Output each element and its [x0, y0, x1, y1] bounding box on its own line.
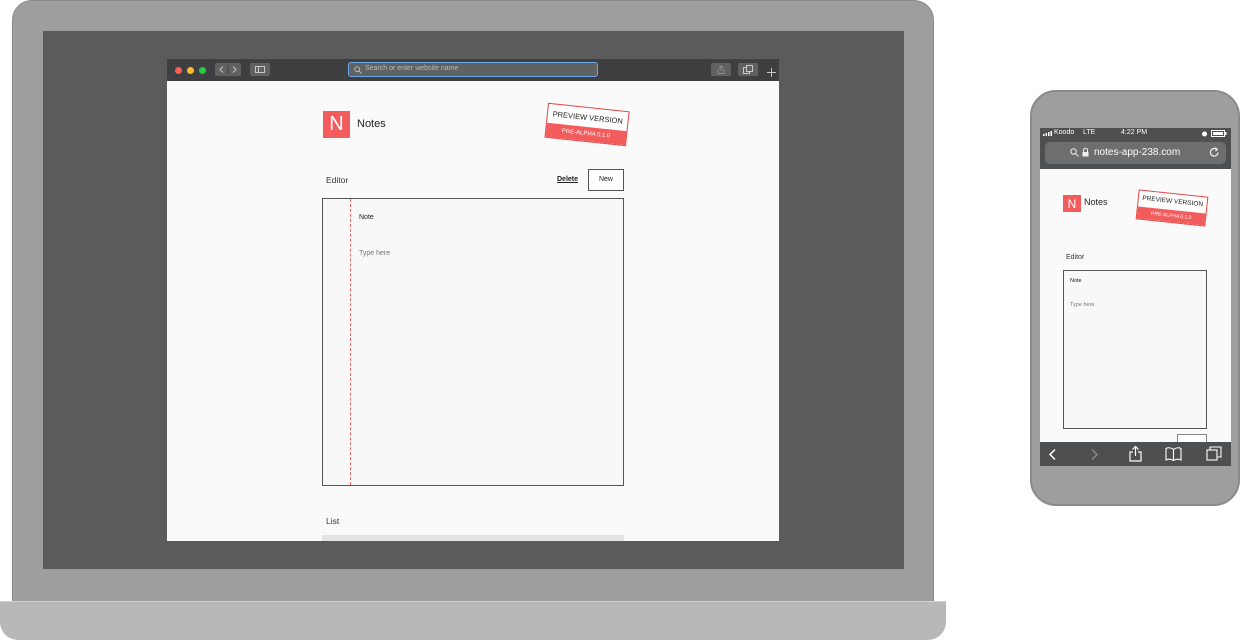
editor-heading: Editor [326, 175, 349, 185]
mobile-note-title: Note [1070, 278, 1082, 284]
mobile-note-placeholder: Type here [1070, 302, 1095, 308]
mobile-app-title: Notes [1084, 197, 1108, 207]
editor-margin-line [350, 199, 351, 485]
new-button[interactable]: New [588, 169, 624, 191]
tabs-icon [743, 65, 753, 74]
lock-icon [1082, 147, 1089, 157]
minimize-window-button[interactable] [187, 67, 194, 74]
mobile-editor-heading: Editor [1066, 254, 1085, 261]
alarm-icon [1202, 131, 1207, 137]
tabs-button[interactable] [738, 63, 758, 76]
signal-icon [1043, 131, 1052, 136]
mobile-url-text: notes-app-238.com [1094, 147, 1181, 158]
network-type: LTE [1083, 129, 1096, 136]
search-icon [354, 66, 362, 74]
share-icon [717, 65, 725, 74]
mobile-badge-preview-text: PREVIEW VERSION [1141, 194, 1204, 209]
note-placeholder: Type here [359, 250, 391, 257]
status-time: 4:22 PM [1121, 129, 1148, 136]
preview-badge: PREVIEW VERSION PRE-ALPHA 0.1.0 [544, 102, 630, 147]
mobile-safari-toolbar [1040, 442, 1231, 466]
back-forward-buttons [215, 63, 241, 76]
badge-version-text: PRE-ALPHA 0.1.0 [545, 122, 627, 146]
sidebar-icon [255, 66, 265, 73]
forward-icon[interactable] [1089, 448, 1099, 461]
status-bar: Koodo LTE 4:22 PM [1040, 128, 1231, 139]
new-tab-plus-icon[interactable] [767, 68, 776, 77]
tabs-icon[interactable] [1206, 446, 1222, 461]
battery-icon [1211, 130, 1227, 137]
browser-toolbar: Search or enter website name [167, 59, 779, 81]
bookmarks-icon[interactable] [1165, 447, 1182, 461]
phone-screen: Koodo LTE 4:22 PM notes-app-238.com N No… [1040, 128, 1231, 466]
list-heading: List [326, 516, 340, 526]
mobile-address-bar[interactable]: notes-app-238.com [1045, 142, 1226, 164]
search-icon [1070, 148, 1079, 157]
list-item[interactable] [322, 535, 624, 541]
address-placeholder: Search or enter website name [365, 65, 459, 72]
maximize-window-button[interactable] [199, 67, 206, 74]
browser-window: Search or enter website name N Notes PRE… [167, 59, 779, 541]
laptop-base [0, 601, 946, 640]
sidebar-toggle-button[interactable] [250, 63, 270, 76]
mobile-preview-badge: PREVIEW VERSION PRE-ALPHA 0.1.0 [1135, 189, 1209, 227]
back-forward-icons [219, 65, 237, 74]
app-title: Notes [357, 118, 386, 130]
delete-link[interactable]: Delete [557, 176, 578, 183]
share-icon[interactable] [1129, 445, 1142, 462]
address-bar[interactable]: Search or enter website name [348, 62, 598, 77]
back-icon[interactable] [1048, 448, 1058, 461]
mobile-editor-textarea[interactable]: Note Type here [1063, 270, 1207, 429]
reload-icon[interactable] [1209, 147, 1220, 158]
mobile-url-container: notes-app-238.com [1040, 139, 1231, 169]
note-title: Note [359, 214, 374, 221]
app-logo: N [323, 111, 350, 138]
share-button[interactable] [711, 63, 731, 76]
carrier-name: Koodo [1054, 129, 1075, 136]
mobile-app-logo: N [1063, 195, 1081, 212]
close-window-button[interactable] [175, 67, 182, 74]
editor-textarea[interactable]: Note Type here [322, 198, 624, 486]
mobile-badge-version-text: PRE-ALPHA 0.1.0 [1136, 206, 1206, 226]
